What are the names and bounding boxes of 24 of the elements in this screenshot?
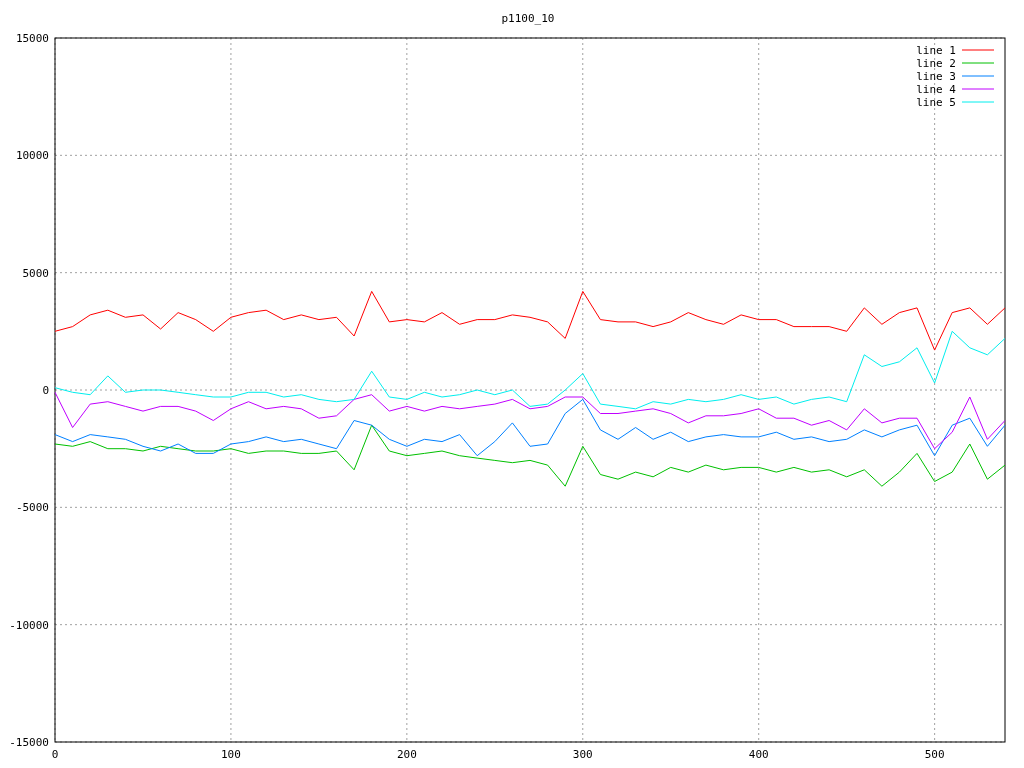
legend-label: line 3 (916, 70, 956, 83)
legend-line-sample (961, 101, 995, 103)
legend-line-sample (961, 62, 995, 64)
x-tick-label: 300 (572, 748, 593, 761)
x-tick-label: 0 (51, 748, 59, 761)
y-tick-label: -5000 (15, 501, 49, 515)
legend-line-sample (961, 75, 995, 77)
legend-label: line 4 (916, 83, 956, 96)
y-tick-label: 10000 (15, 149, 49, 163)
y-tick-label: 0 (42, 384, 49, 397)
x-tick-label: 100 (221, 748, 241, 761)
x-tick-label: 400 (748, 748, 769, 761)
y-tick-label: -15000 (9, 736, 49, 749)
legend-line-sample (961, 88, 995, 90)
y-tick-label: 15000 (15, 32, 49, 45)
y-tick-label: 5000 (22, 266, 49, 280)
legend-label: line 1 (916, 44, 956, 57)
chart-title: p1100_10 (501, 12, 555, 25)
legend-label: line 2 (916, 57, 956, 70)
x-tick-label: 200 (396, 748, 417, 761)
legend-label: line 5 (916, 96, 956, 109)
y-tick-label: -10000 (9, 618, 49, 632)
legend-line-sample (961, 49, 995, 51)
x-tick-label: 500 (924, 748, 945, 761)
